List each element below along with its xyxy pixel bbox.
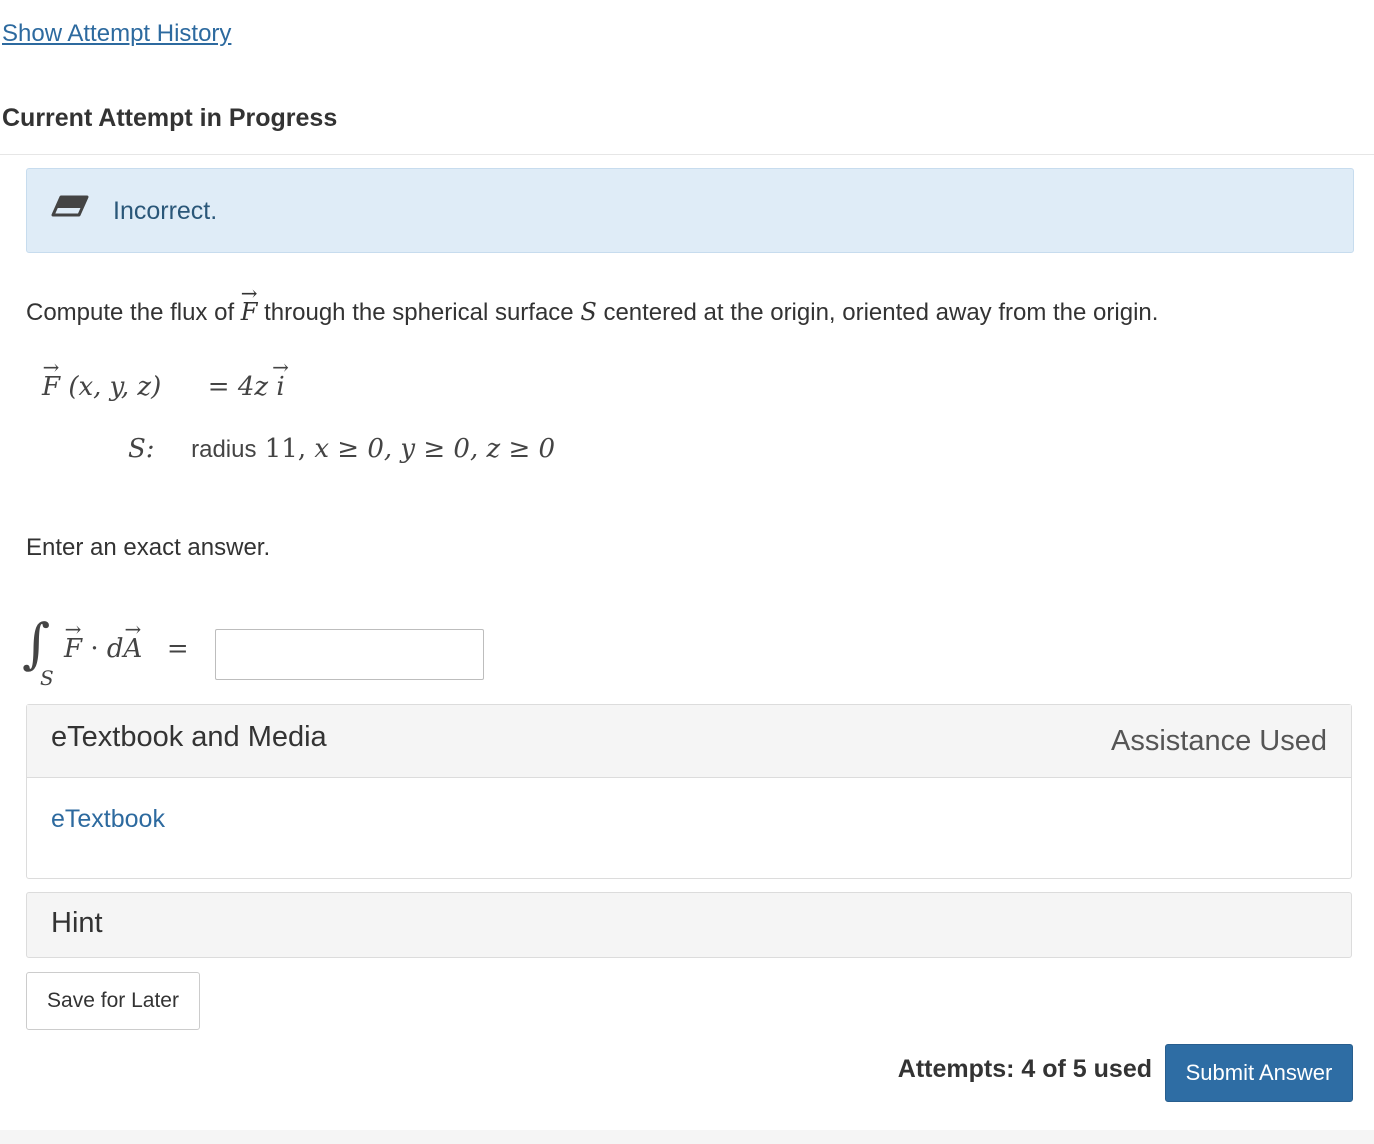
integral-subscript: S	[40, 666, 54, 690]
surface-definition: S: radius 11, x ≥ 0, y ≥ 0, z ≥ 0	[128, 434, 555, 464]
hint-title: Hint	[51, 907, 103, 939]
radius-text: radius	[191, 436, 257, 463]
radius-value: 11,	[264, 434, 307, 464]
integral-equals: =	[166, 634, 189, 664]
etextbook-media-header[interactable]: eTextbook and Media Assistance Used	[27, 705, 1351, 778]
surface-conditions: x ≥ 0, y ≥ 0, z ≥ 0	[314, 434, 556, 464]
answer-input[interactable]	[215, 629, 484, 680]
heading-divider	[0, 154, 1374, 155]
surface-symbol: S	[580, 298, 597, 326]
vector-arrow-icon: →	[240, 281, 258, 305]
question-text: Compute the flux of → F through the spher…	[26, 281, 1159, 327]
question-prefix: Compute the flux of	[26, 299, 235, 326]
field-f-symbol: → F	[42, 355, 61, 402]
etextbook-media-title: eTextbook and Media	[51, 721, 327, 753]
dot-operator: ·	[90, 634, 99, 664]
show-attempt-history-link[interactable]: Show Attempt History	[2, 20, 231, 48]
integral-expression: → F · d → A =	[64, 617, 189, 664]
field-equals: =	[207, 372, 230, 402]
instruction-text: Enter an exact answer.	[26, 534, 271, 561]
vector-arrow-icon: →	[42, 355, 60, 379]
field-definition: → F (x, y, z) = 4z → i	[42, 355, 289, 402]
vector-arrow-icon: →	[64, 617, 82, 641]
eraser-icon	[51, 195, 89, 217]
save-for-later-button[interactable]: Save for Later	[26, 972, 200, 1030]
feedback-banner: Incorrect.	[26, 168, 1354, 253]
question-suffix: centered at the origin, oriented away fr…	[603, 299, 1159, 326]
attempt-heading: Current Attempt in Progress	[2, 104, 338, 132]
submit-answer-button[interactable]: Submit Answer	[1165, 1044, 1353, 1102]
integral-f-symbol: → F	[64, 617, 83, 664]
assistance-used-label: Assistance Used	[1111, 725, 1327, 757]
etextbook-link[interactable]: eTextbook	[51, 805, 165, 834]
integral-a-symbol: → A	[123, 617, 143, 664]
field-args: (x, y, z)	[68, 372, 162, 402]
field-coefficient: 4z	[237, 372, 269, 402]
vector-f-symbol: → F	[240, 281, 258, 326]
differential-d: d	[106, 634, 124, 664]
vector-arrow-icon: →	[124, 617, 142, 641]
unit-vector-i: → i	[272, 355, 289, 402]
surface-label: S:	[128, 434, 155, 464]
hint-panel[interactable]: Hint	[26, 892, 1352, 958]
question-page: Show Attempt History Current Attempt in …	[0, 0, 1374, 1130]
feedback-message: Incorrect.	[113, 197, 218, 225]
vector-arrow-icon: →	[272, 355, 289, 379]
attempts-counter: Attempts: 4 of 5 used	[897, 1055, 1152, 1083]
flux-integral: ∫ S → F · d → A =	[22, 612, 202, 694]
question-middle: through the spherical surface	[264, 299, 574, 326]
etextbook-media-panel: eTextbook and Media Assistance Used eTex…	[26, 704, 1352, 879]
